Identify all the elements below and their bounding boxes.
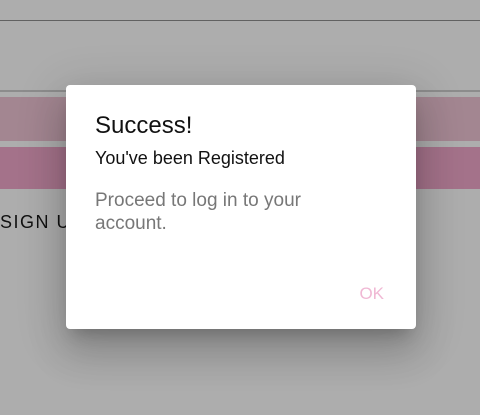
dialog-subtitle: You've been Registered — [95, 148, 285, 168]
dialog-title: Success! — [95, 112, 193, 139]
dialog-message: Proceed to log in to your account. — [95, 190, 301, 234]
ok-button[interactable]: OK — [359, 284, 384, 304]
success-dialog: Success! You've been Registered Proceed … — [66, 85, 416, 329]
page: SIGN UP Success! You've been Registered … — [0, 0, 480, 415]
